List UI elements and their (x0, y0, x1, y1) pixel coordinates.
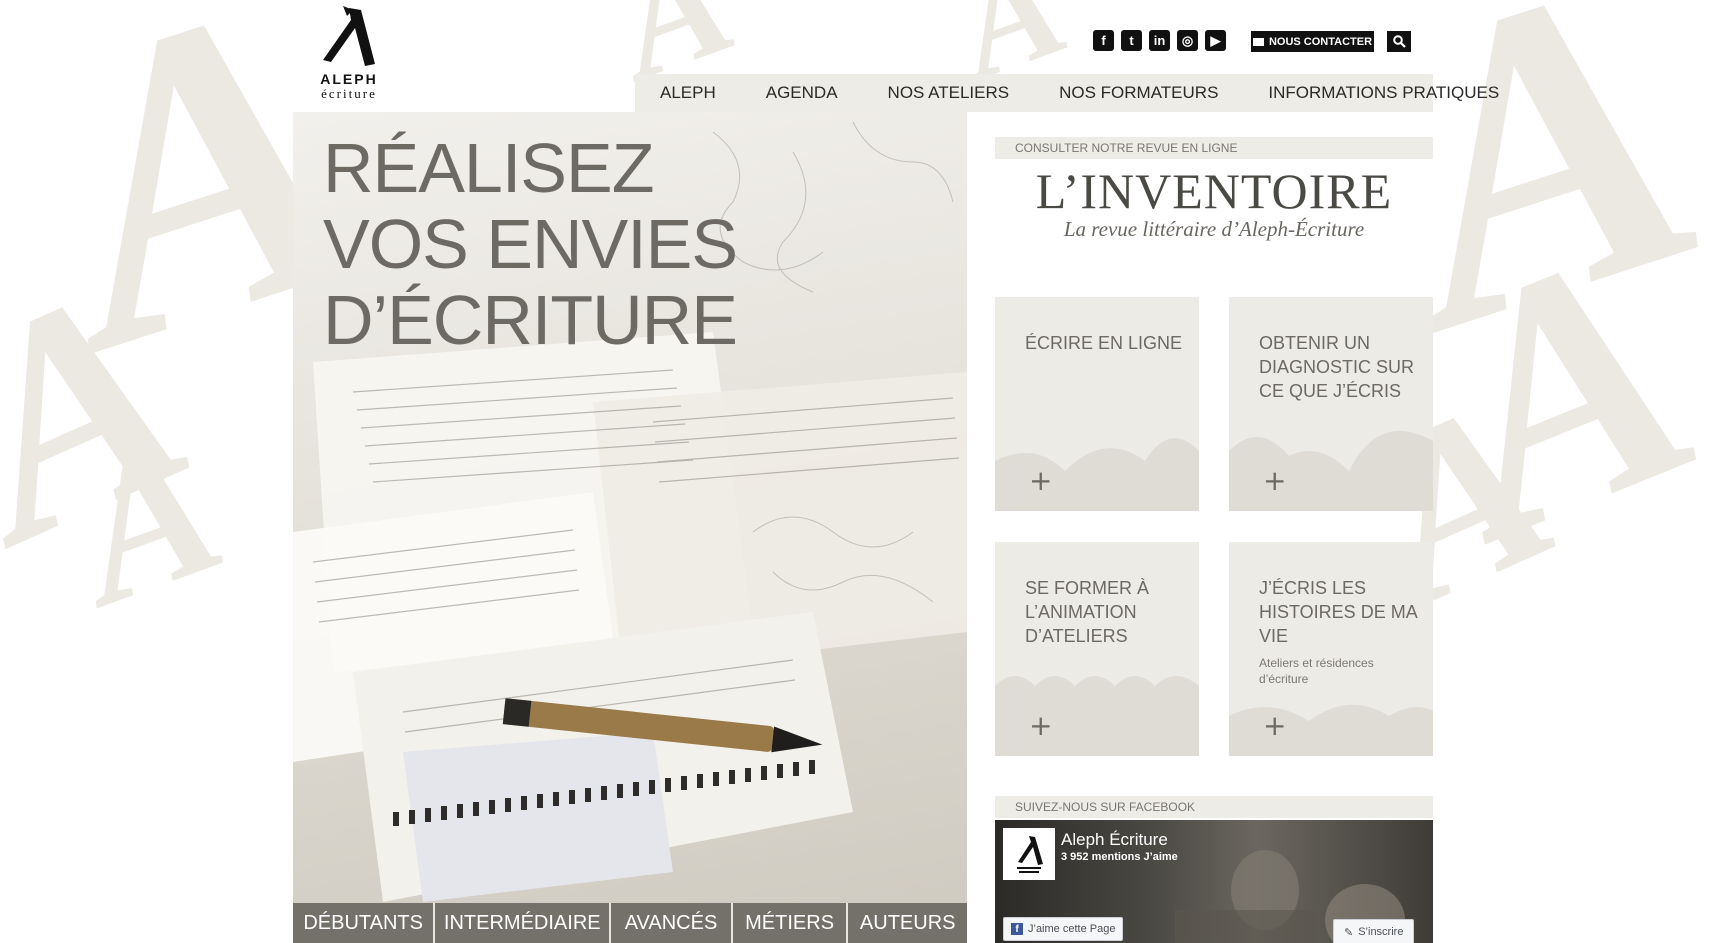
level-tab-intermediaire[interactable]: INTERMÉDIAIRE (435, 903, 612, 943)
plus-icon: + (1263, 464, 1287, 497)
revue-subtitle[interactable]: La revue littéraire d’Aleph-Écriture (995, 217, 1433, 242)
aleph-logo-icon (1017, 836, 1043, 873)
facebook-section-label: SUIVEZ-NOUS SUR FACEBOOK (995, 796, 1433, 818)
revue-section-label: CONSULTER NOTRE REVUE EN LIGNE (995, 137, 1433, 159)
plus-icon: + (1029, 464, 1053, 497)
level-tabs: DÉBUTANTS INTERMÉDIAIRE AVANCÉS MÉTIERS … (293, 903, 967, 943)
aleph-logo-icon (323, 6, 375, 66)
tile-subtitle: Ateliers et résidences d’écriture (1259, 656, 1374, 686)
tile-silhouette (995, 438, 1199, 511)
level-tab-avances[interactable]: AVANCÉS (611, 903, 733, 943)
facebook-subscribe-button[interactable]: ✎ S’inscrire (1333, 919, 1415, 943)
contact-button[interactable]: NOUS CONTACTER (1251, 31, 1374, 52)
hero-title-line1: RÉALISEZ (323, 129, 654, 207)
nav-item-infos[interactable]: INFORMATIONS PRATIQUES (1243, 83, 1524, 103)
tile-ecrire-en-ligne[interactable]: ÉCRIRE EN LIGNE + (995, 297, 1199, 511)
hero-title: RÉALISEZ VOS ENVIES D’ÉCRITURE (323, 130, 883, 358)
youtube-icon[interactable]: ▶ (1205, 30, 1226, 51)
level-tab-auteurs[interactable]: AUTEURS (848, 903, 967, 943)
nav-item-agenda[interactable]: AGENDA (741, 83, 863, 103)
facebook-icon[interactable]: f (1093, 30, 1114, 51)
page-container: ALEPH écriture f t in ◎ ▶ NOUS CONTACTER… (293, 0, 1499, 943)
pencil-icon: ✎ (1344, 926, 1354, 939)
tile-title: J’ÉCRIS LES HISTOIRES DE MA VIE (1259, 578, 1417, 646)
nav-item-formateurs[interactable]: NOS FORMATEURS (1034, 83, 1243, 103)
logo-text: ALEPH écriture (313, 72, 385, 100)
facebook-widget[interactable]: Aleph Écriture 3 952 mentions J’aime f J… (995, 820, 1433, 943)
tile-silhouette (995, 676, 1199, 756)
tile-title: OBTENIR UN DIAGNOSTIC SUR CE QUE J’ÉCRIS (1259, 333, 1415, 401)
facebook-like-button[interactable]: f J’aime cette Page (1003, 917, 1124, 941)
facebook-page-name[interactable]: Aleph Écriture (1061, 830, 1168, 850)
hero-title-line2: VOS ENVIES (323, 205, 738, 283)
search-icon (1392, 35, 1406, 48)
nav-item-aleph[interactable]: ALEPH (635, 83, 741, 103)
tile-animation-ateliers[interactable]: SE FORMER À L’ANIMATION D’ATELIERS + (995, 542, 1199, 756)
nav-item-ateliers[interactable]: NOS ATELIERS (863, 83, 1035, 103)
level-tab-metiers[interactable]: MÉTIERS (733, 903, 849, 943)
logo-line1: ALEPH (320, 71, 378, 87)
twitter-icon[interactable]: t (1121, 30, 1142, 51)
tile-silhouette (1229, 431, 1433, 511)
tile-diagnostic[interactable]: OBTENIR UN DIAGNOSTIC SUR CE QUE J’ÉCRIS… (1229, 297, 1433, 511)
linkedin-icon[interactable]: in (1149, 30, 1170, 51)
facebook-like-label: J’aime cette Page (1028, 923, 1116, 935)
search-button[interactable] (1387, 31, 1411, 52)
logo-line2: écriture (321, 86, 377, 101)
tile-title: SE FORMER À L’ANIMATION D’ATELIERS (1025, 578, 1150, 646)
envelope-icon (1252, 37, 1264, 46)
tile-title: ÉCRIRE EN LIGNE (1025, 333, 1183, 353)
instagram-icon[interactable]: ◎ (1177, 30, 1198, 51)
hero-title-line3: D’ÉCRITURE (323, 281, 738, 359)
plus-icon: + (1029, 709, 1053, 742)
contact-button-label: NOUS CONTACTER (1268, 35, 1373, 48)
facebook-icon: f (1011, 923, 1023, 935)
revue-title[interactable]: L’INVENTOIRE (995, 163, 1433, 219)
hero-section[interactable]: RÉALISEZ VOS ENVIES D’ÉCRITURE DÉBUTANTS… (293, 112, 967, 943)
facebook-likes-count: 3 952 mentions J’aime (1061, 851, 1178, 863)
level-tab-debutants[interactable]: DÉBUTANTS (293, 903, 436, 943)
plus-icon: + (1263, 709, 1287, 742)
main-nav: ALEPH AGENDA NOS ATELIERS NOS FORMATEURS… (635, 74, 1499, 112)
facebook-subscribe-label: S’inscrire (1358, 926, 1404, 938)
social-links: f t in ◎ ▶ (1093, 30, 1226, 51)
tile-histoires-de-vie[interactable]: J’ÉCRIS LES HISTOIRES DE MA VIE Ateliers… (1229, 542, 1433, 756)
site-logo[interactable]: ALEPH écriture (313, 6, 383, 102)
facebook-page-avatar[interactable] (1003, 828, 1055, 880)
